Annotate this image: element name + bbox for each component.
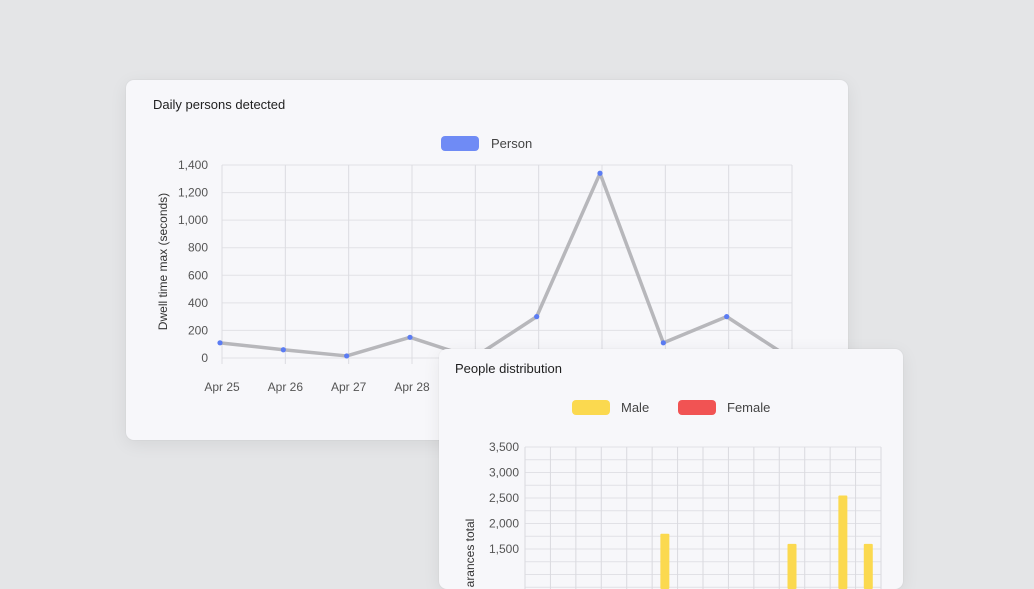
y-tick-label: 600 (188, 268, 208, 282)
data-point (597, 170, 603, 176)
data-point (217, 340, 223, 346)
y-tick-label: 0 (201, 351, 208, 365)
y-tick-label: 1,400 (178, 158, 208, 172)
legend-label-male: Male (621, 400, 649, 415)
bar-male (863, 543, 873, 589)
y-tick-label: 2,500 (489, 491, 519, 505)
legend-swatch-male (572, 400, 610, 415)
legend-swatch-female (678, 400, 716, 415)
x-tick-label: Apr 27 (331, 380, 367, 394)
y-tick-label: 3,000 (489, 466, 519, 480)
data-point (344, 353, 350, 359)
y-tick-label: 1,000 (178, 213, 208, 227)
bar-male (838, 495, 848, 589)
y-axis-title: Dwell time max (seconds) (156, 193, 170, 330)
people-distribution-card: People distribution Male Female 1,500 2,000… (439, 349, 903, 589)
data-point (660, 340, 666, 346)
y-tick-label: 1,200 (178, 186, 208, 200)
legend-swatch-person (441, 136, 479, 151)
data-point (407, 334, 413, 340)
y-tick-label: 3,500 (489, 440, 519, 454)
bar-male (787, 543, 797, 589)
y-tick-label: 800 (188, 241, 208, 255)
bar-male (660, 533, 670, 589)
bar-chart: Male Female 1,500 2,000 2,500 3,000 3,500 aranc… (463, 400, 882, 589)
y-tick-label: 1,500 (489, 542, 519, 556)
data-point (280, 347, 286, 353)
y-tick-label: 200 (188, 323, 208, 337)
data-point (724, 314, 730, 320)
y-tick-label: 400 (188, 296, 208, 310)
x-tick-label: Apr 26 (268, 380, 304, 394)
data-point (534, 314, 540, 320)
x-tick-label: Apr 25 (204, 380, 240, 394)
legend-label-female: Female (727, 400, 770, 415)
legend-label-person: Person (491, 136, 532, 151)
y-tick-label: 2,000 (489, 517, 519, 531)
y-axis-title: arances total (463, 519, 477, 588)
x-tick-label: Apr 28 (394, 380, 430, 394)
